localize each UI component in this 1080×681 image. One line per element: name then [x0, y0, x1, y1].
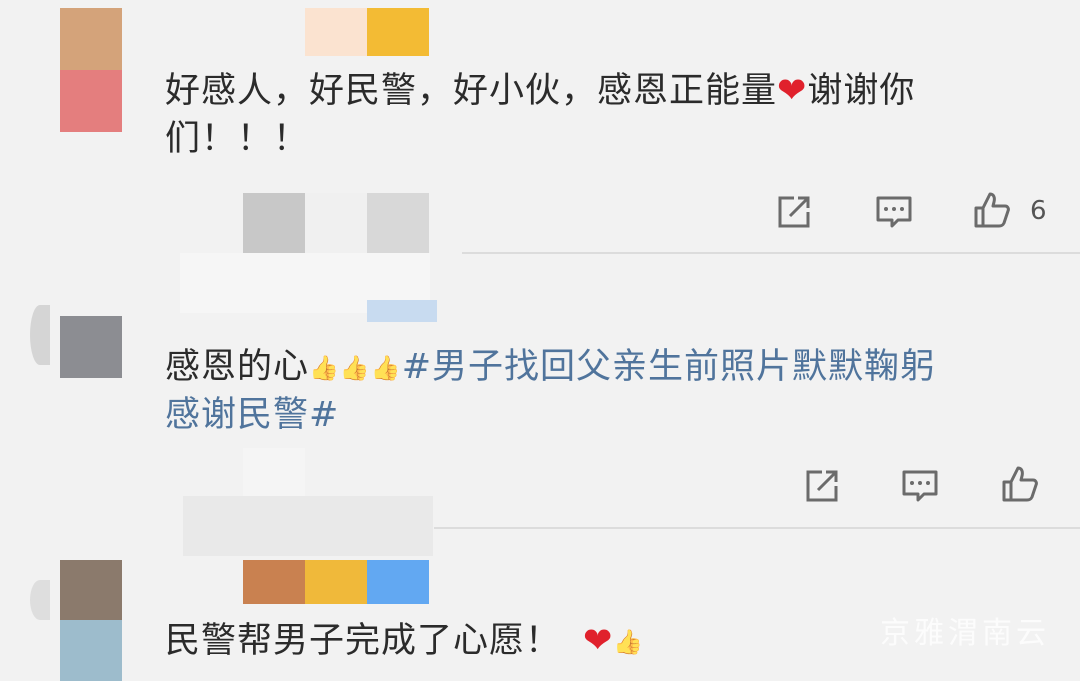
- topic-link[interactable]: #男子找回父亲生前照片默默鞠躬: [402, 347, 936, 387]
- avatar-edge: [30, 305, 50, 365]
- avatar-bottom: [60, 620, 122, 681]
- avatar[interactable]: [60, 316, 122, 378]
- avatar[interactable]: [60, 8, 122, 70]
- mosaic-block: [243, 448, 305, 496]
- thumbs-up-emoji: 👍: [339, 354, 371, 382]
- mosaic-block: [367, 193, 429, 253]
- comment-text-main: 感恩的心: [165, 347, 310, 387]
- avatar[interactable]: [60, 560, 122, 620]
- comment-icon[interactable]: [874, 192, 914, 232]
- divider: [434, 527, 1080, 529]
- comment-text: 民警帮男子完成了心愿！ ❤👍: [165, 614, 644, 669]
- username-mosaic: [305, 560, 367, 604]
- divider: [462, 252, 1080, 254]
- thumbs-up-emoji: 👍: [613, 628, 645, 656]
- username-mosaic: [367, 560, 429, 604]
- username-mosaic: [243, 560, 305, 604]
- username-mosaic: [367, 8, 429, 56]
- comment-text-main: 民警帮男子完成了心愿！: [165, 621, 562, 661]
- mosaic-block: [243, 193, 305, 253]
- comment-text-line2: 们！！！: [165, 119, 310, 159]
- share-icon[interactable]: [802, 466, 842, 506]
- comment-text-main: 好感人，好民警，好小伙，感恩正能量: [165, 71, 778, 111]
- comment-icon[interactable]: [900, 466, 940, 506]
- like-count: 6: [1030, 196, 1047, 226]
- username-mosaic: [367, 300, 437, 322]
- thumbs-up-emoji: 👍: [309, 354, 340, 382]
- topic-link-line2[interactable]: 感谢民警#: [165, 388, 339, 442]
- thumbs-up-icon[interactable]: [972, 190, 1012, 230]
- mosaic-block: [305, 193, 367, 253]
- share-icon[interactable]: [774, 192, 814, 232]
- watermark: 京雅渭南云: [880, 616, 1050, 651]
- avatar-bottom: [60, 70, 122, 132]
- thumbs-up-icon[interactable]: [1000, 464, 1040, 504]
- heart-emoji: ❤: [583, 621, 614, 661]
- thumbs-up-emoji: 👍: [370, 354, 402, 382]
- heart-emoji: ❤: [777, 71, 808, 111]
- mosaic-block: [183, 496, 433, 556]
- username-mosaic: [305, 8, 367, 56]
- comment-text: 好感人，好民警，好小伙，感恩正能量❤谢谢你: [165, 64, 915, 118]
- comment-text: 感恩的心👍👍👍#男子找回父亲生前照片默默鞠躬: [165, 340, 936, 395]
- avatar-edge: [30, 580, 50, 620]
- comment-text-end: 谢谢你: [807, 71, 916, 111]
